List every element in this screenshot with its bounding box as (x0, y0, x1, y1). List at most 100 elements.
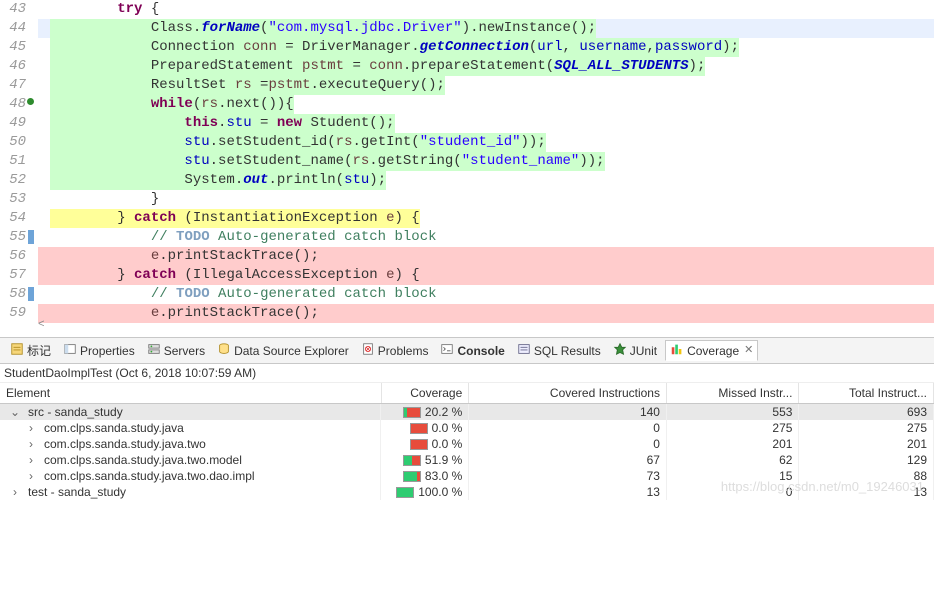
element-name: com.clps.sanda.study.java.two.model (44, 453, 242, 467)
missed-instructions: 62 (666, 452, 798, 468)
code-line[interactable]: stu.setStudent_name(rs.getString("studen… (38, 152, 934, 171)
sql-icon (517, 342, 531, 359)
coverage-bar-icon (403, 407, 421, 418)
tab-label: Data Source Explorer (234, 344, 349, 358)
table-row[interactable]: › test - sanda_study 100.0 % 13013 (0, 484, 934, 500)
task-marker-icon[interactable] (28, 287, 34, 301)
total-instructions: 13 (799, 484, 934, 500)
code-line[interactable]: stu.setStudent_id(rs.getInt("student_id"… (38, 133, 934, 152)
horizontal-scroll-hint[interactable]: < (38, 316, 45, 335)
tab-label: Problems (378, 344, 429, 358)
code-line[interactable]: Class.forName("com.mysql.jdbc.Driver").n… (38, 19, 934, 38)
junit-icon (613, 342, 627, 359)
code-line[interactable]: e.printStackTrace(); (38, 247, 934, 266)
tab-console[interactable]: Console (436, 341, 508, 360)
total-instructions: 201 (799, 436, 934, 452)
column-header[interactable]: Total Instruct... (799, 383, 934, 404)
table-row[interactable]: › com.clps.sanda.study.java.two.model 51.9… (0, 452, 934, 468)
snippets-icon (361, 342, 375, 359)
coverage-percent: 100.0 % (418, 485, 462, 499)
table-row[interactable]: ⌄ src - sanda_study 20.2 % 140553693 (0, 404, 934, 421)
code-line[interactable]: try { (38, 0, 934, 19)
total-instructions: 88 (799, 468, 934, 484)
coverage-session-label: StudentDaoImplTest (Oct 6, 2018 10:07:59… (0, 364, 934, 383)
code-line[interactable]: Connection conn = DriverManager.getConne… (38, 38, 934, 57)
tab-label: Console (457, 344, 504, 358)
coverage-percent: 0.0 % (432, 437, 463, 451)
line-gutter: 4344454647484950515253545556575859 (0, 0, 36, 323)
code-line[interactable]: this.stu = new Student(); (38, 114, 934, 133)
tab-datasource[interactable]: Data Source Explorer (213, 341, 353, 360)
code-editor[interactable]: 4344454647484950515253545556575859 try {… (0, 0, 934, 337)
coverage-percent: 83.0 % (425, 469, 462, 483)
code-line[interactable]: // TODO Auto-generated catch block (38, 285, 934, 304)
view-tabstrip: 标记 Properties Servers Data Source Explorer P… (0, 337, 934, 364)
column-header[interactable]: Coverage (381, 383, 469, 404)
missed-instructions: 201 (666, 436, 798, 452)
console-icon (440, 342, 454, 359)
tab-coverage[interactable]: Coverage✕ (665, 340, 758, 361)
coverage-percent: 0.0 % (432, 421, 463, 435)
code-line[interactable]: // TODO Auto-generated catch block (38, 228, 934, 247)
expand-icon[interactable]: › (26, 437, 36, 451)
expand-icon[interactable]: ⌄ (10, 405, 20, 419)
code-line[interactable]: ResultSet rs =pstmt.executeQuery(); (38, 76, 934, 95)
coverage-bar-icon (403, 455, 421, 466)
tab-snippets[interactable]: Problems (357, 341, 433, 360)
code-line[interactable]: } (38, 190, 934, 209)
tab-properties[interactable]: Properties (59, 341, 139, 360)
tab-label: 标记 (27, 342, 51, 359)
missed-instructions: 553 (666, 404, 798, 421)
covered-instructions: 13 (469, 484, 667, 500)
tab-label: JUnit (630, 344, 657, 358)
total-instructions: 693 (799, 404, 934, 421)
breakpoint-icon[interactable] (27, 98, 34, 105)
column-header[interactable]: Covered Instructions (469, 383, 667, 404)
coverage-bar-icon (396, 487, 414, 498)
table-row[interactable]: › com.clps.sanda.study.java.two.dao.impl 8… (0, 468, 934, 484)
code-line[interactable]: while(rs.next()){ (38, 95, 934, 114)
coverage-table[interactable]: ElementCoverageCovered InstructionsMisse… (0, 383, 934, 500)
tab-servers[interactable]: Servers (143, 341, 209, 360)
properties-icon (63, 342, 77, 359)
table-row[interactable]: ›com.clps.sanda.study.java.two0.0 %02012… (0, 436, 934, 452)
covered-instructions: 0 (469, 420, 667, 436)
expand-icon[interactable]: › (26, 453, 36, 467)
element-name: test - sanda_study (28, 485, 126, 499)
tab-label: Properties (80, 344, 135, 358)
tab-junit[interactable]: JUnit (609, 341, 661, 360)
total-instructions: 129 (799, 452, 934, 468)
missed-instructions: 275 (666, 420, 798, 436)
coverage-percent: 20.2 % (425, 405, 462, 419)
expand-icon[interactable]: › (26, 421, 36, 435)
tab-sql[interactable]: SQL Results (513, 341, 605, 360)
tab-markers[interactable]: 标记 (6, 341, 55, 360)
close-icon[interactable]: ✕ (742, 345, 753, 356)
code-line[interactable]: e.printStackTrace(); (38, 304, 934, 323)
column-header[interactable]: Element (0, 383, 381, 404)
total-instructions: 275 (799, 420, 934, 436)
missed-instructions: 0 (666, 484, 798, 500)
code-line[interactable]: } catch (IllegalAccessException e) { (38, 266, 934, 285)
element-name: src - sanda_study (28, 405, 123, 419)
element-name: com.clps.sanda.study.java.two (44, 437, 206, 451)
markers-icon (10, 342, 24, 359)
coverage-percent: 51.9 % (425, 453, 462, 467)
covered-instructions: 73 (469, 468, 667, 484)
code-line[interactable]: System.out.println(stu); (38, 171, 934, 190)
expand-icon[interactable]: › (10, 485, 20, 499)
code-line[interactable]: } catch (InstantiationException e) { (38, 209, 934, 228)
missed-instructions: 15 (666, 468, 798, 484)
coverage-bar-icon (410, 439, 428, 450)
servers-icon (147, 342, 161, 359)
coverage-bar-icon (403, 471, 421, 482)
table-row[interactable]: ›com.clps.sanda.study.java0.0 %0275275 (0, 420, 934, 436)
code-line[interactable]: PreparedStatement pstmt = conn.prepareSt… (38, 57, 934, 76)
task-marker-icon[interactable] (28, 230, 34, 244)
element-name: com.clps.sanda.study.java.two.dao.impl (44, 469, 255, 483)
coverage-bar-icon (410, 423, 428, 434)
expand-icon[interactable]: › (26, 469, 36, 483)
covered-instructions: 140 (469, 404, 667, 421)
covered-instructions: 67 (469, 452, 667, 468)
column-header[interactable]: Missed Instr... (666, 383, 798, 404)
